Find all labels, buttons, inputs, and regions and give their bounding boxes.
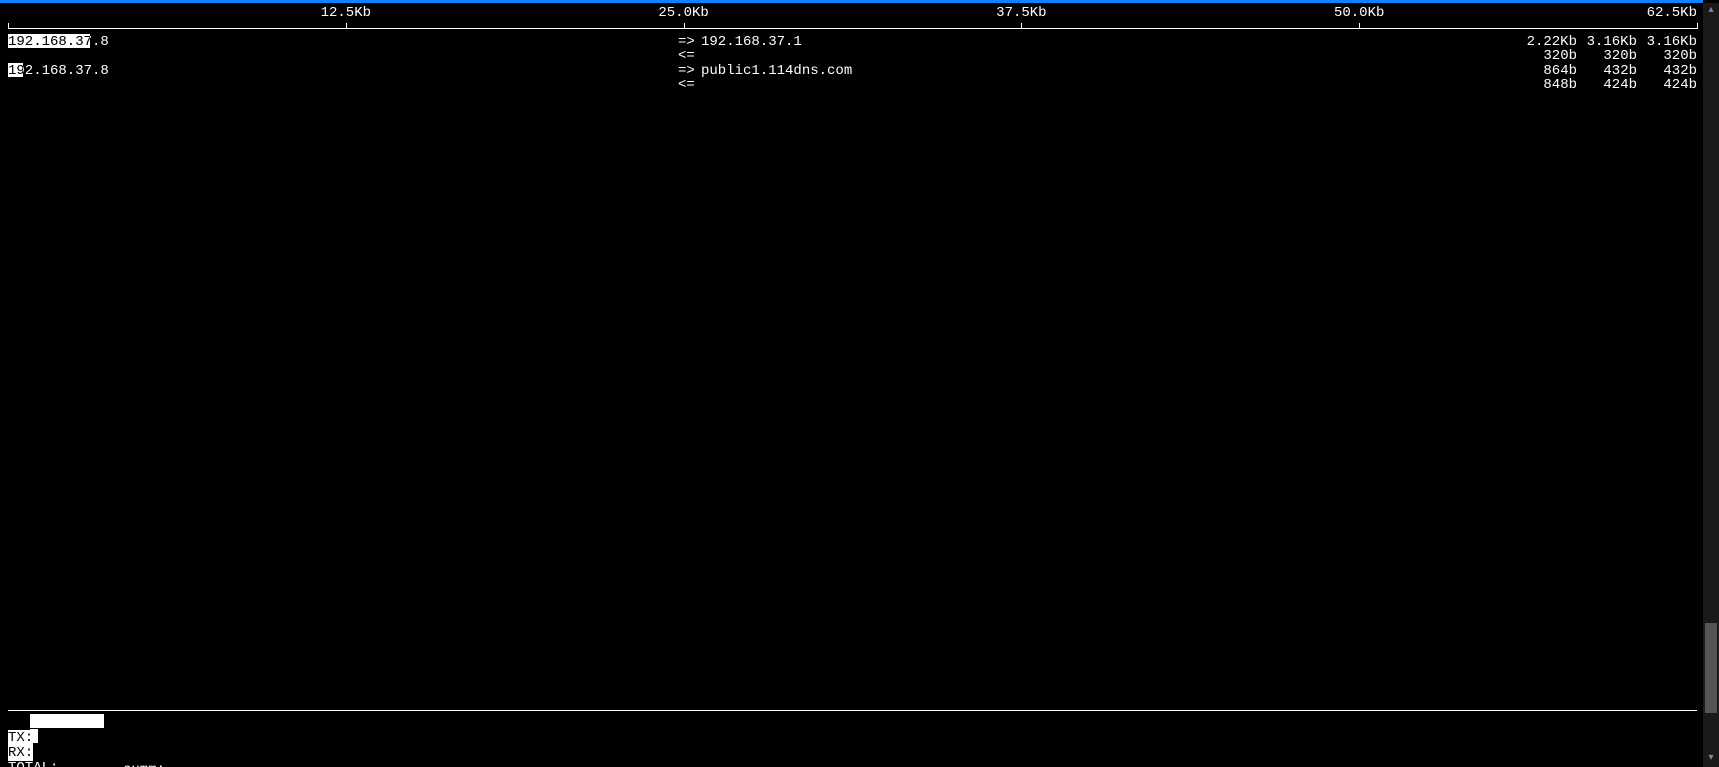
arrow-recv-icon: <=	[678, 48, 695, 64]
source-host: 192.168.37.8	[8, 34, 109, 50]
scale-tick	[8, 23, 9, 29]
footer-rx-row: RX: 372B 1.14Kb 1.14Kb 744b 744b	[8, 729, 1697, 744]
arrow-recv-icon: <=	[678, 77, 695, 93]
connection-row[interactable]: 192.168.37.8=><=192.168.37.12.22Kb3.16Kb…	[8, 34, 1697, 63]
rate-value: 320b	[1517, 48, 1577, 64]
destination-host: public1.114dns.com	[701, 63, 852, 79]
source-host: 192.168.37.8	[8, 63, 109, 79]
scale-tick	[346, 23, 347, 29]
destination-host: 192.168.37.1	[701, 34, 802, 50]
connection-row[interactable]: 192.168.37.8=><=public1.114dns.com864b43…	[8, 63, 1697, 92]
footer-tx-row: TX: cumm: 1.79KB peak: 4.09Kb rates: 3.0…	[8, 714, 1697, 729]
scale-label: 25.0Kb	[658, 5, 708, 21]
rate-value: 424b	[1577, 77, 1637, 93]
vertical-scrollbar[interactable]: ▴ ▾	[1703, 3, 1719, 767]
tx-bar	[30, 714, 104, 728]
scale-tick	[684, 23, 685, 29]
scale-label: 12.5Kb	[321, 5, 371, 21]
summary-footer: TX: cumm: 1.79KB peak: 4.09Kb rates: 3.0…	[8, 710, 1697, 759]
rate-value: 320b	[1637, 48, 1697, 64]
scrollbar-thumb[interactable]	[1705, 623, 1717, 713]
scale-label: 50.0Kb	[1334, 5, 1384, 21]
rate-value: 320b	[1577, 48, 1637, 64]
recv-rates: 320b320b320b	[1517, 48, 1697, 64]
scroll-down-icon[interactable]: ▾	[1703, 751, 1719, 767]
rx-bar	[30, 729, 38, 743]
cumm-label: cumm:	[123, 762, 165, 767]
scale-tick	[1359, 23, 1360, 29]
scale-tick	[1021, 23, 1022, 29]
connection-list: 192.168.37.8=><=192.168.37.12.22Kb3.16Kb…	[8, 34, 1697, 92]
recv-rates: 848b424b424b	[1517, 77, 1697, 93]
total-label: TOTAL:	[8, 760, 58, 767]
scale-label: 37.5Kb	[996, 5, 1046, 21]
rate-value: 848b	[1517, 77, 1577, 93]
scale-label: 62.5Kb	[1647, 5, 1697, 21]
window-top-accent	[0, 0, 1703, 3]
scale-tick	[1697, 23, 1698, 29]
bandwidth-scale: 12.5Kb 25.0Kb 37.5Kb 50.0Kb 62.5Kb	[8, 5, 1697, 29]
rate-value: 424b	[1637, 77, 1697, 93]
footer-total-row: TOTAL: 2.15KB 4.41Kb 4.20Kb 4.30Kb 4.30K…	[8, 744, 1697, 759]
scroll-up-icon[interactable]: ▴	[1703, 3, 1719, 19]
